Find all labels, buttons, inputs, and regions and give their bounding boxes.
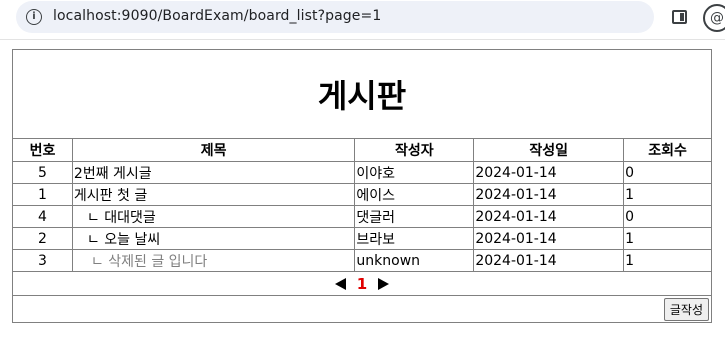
prev-page-icon[interactable] bbox=[335, 277, 347, 290]
post-date: 2024-01-14 bbox=[473, 183, 625, 206]
post-subject-link[interactable]: ㄴ 오늘 날씨 bbox=[71, 227, 356, 250]
post-number: 2 bbox=[12, 227, 73, 250]
header-number: 번호 bbox=[12, 138, 73, 162]
post-date: 2024-01-14 bbox=[473, 249, 625, 272]
profile-icon[interactable]: @ bbox=[703, 4, 725, 32]
pagination: 1 bbox=[12, 271, 712, 296]
header-date: 작성일 bbox=[473, 138, 625, 162]
write-row: 글작성 bbox=[12, 295, 712, 323]
post-writer: unknown bbox=[354, 249, 475, 272]
address-bar[interactable]: i localhost:9090/BoardExam/board_list?pa… bbox=[16, 1, 654, 33]
current-page[interactable]: 1 bbox=[357, 275, 367, 293]
write-post-button[interactable]: 글작성 bbox=[663, 297, 709, 321]
post-views: 1 bbox=[623, 183, 712, 206]
post-views: 0 bbox=[623, 161, 712, 184]
post-subject-link[interactable]: ㄴ 대대댓글 bbox=[71, 205, 356, 228]
post-date: 2024-01-14 bbox=[473, 227, 625, 250]
post-number: 1 bbox=[12, 183, 73, 206]
post-writer: 이야호 bbox=[354, 161, 475, 184]
post-subject-deleted: ㄴ 삭제된 글 입니다 bbox=[71, 249, 356, 272]
header-views: 조회수 bbox=[623, 138, 712, 162]
post-views: 0 bbox=[623, 205, 712, 228]
table-row: 4 ㄴ 대대댓글 댓글러 2024-01-14 0 bbox=[12, 205, 712, 228]
header-subject: 제목 bbox=[71, 138, 356, 162]
table-row: 1 게시판 첫 글 에이스 2024-01-14 1 bbox=[12, 183, 712, 206]
browser-toolbar: i localhost:9090/BoardExam/board_list?pa… bbox=[0, 0, 725, 40]
header-writer: 작성자 bbox=[354, 138, 475, 162]
next-page-icon[interactable] bbox=[377, 277, 389, 290]
post-writer: 에이스 bbox=[354, 183, 475, 206]
post-number: 3 bbox=[12, 249, 73, 272]
board-table: 게시판 번호 제목 작성자 작성일 조회수 5 2번째 게시글 이야호 2024… bbox=[12, 49, 712, 323]
table-row: 3 ㄴ 삭제된 글 입니다 unknown 2024-01-14 1 bbox=[12, 249, 712, 272]
post-views: 1 bbox=[623, 227, 712, 250]
post-date: 2024-01-14 bbox=[473, 205, 625, 228]
post-writer: 브라보 bbox=[354, 227, 475, 250]
post-subject-link[interactable]: 게시판 첫 글 bbox=[71, 183, 356, 206]
table-row: 5 2번째 게시글 이야호 2024-01-14 0 bbox=[12, 161, 712, 184]
post-number: 4 bbox=[12, 205, 73, 228]
post-number: 5 bbox=[12, 161, 73, 184]
page-title: 게시판 bbox=[12, 49, 712, 139]
post-views: 1 bbox=[623, 249, 712, 272]
info-icon[interactable]: i bbox=[26, 9, 42, 25]
post-writer: 댓글러 bbox=[354, 205, 475, 228]
post-subject-link[interactable]: 2번째 게시글 bbox=[71, 161, 356, 184]
header-row: 번호 제목 작성자 작성일 조회수 bbox=[12, 138, 712, 162]
table-row: 2 ㄴ 오늘 날씨 브라보 2024-01-14 1 bbox=[12, 227, 712, 250]
url-text[interactable]: localhost:9090/BoardExam/board_list?page… bbox=[53, 8, 381, 24]
post-date: 2024-01-14 bbox=[473, 161, 625, 184]
side-panel-icon[interactable] bbox=[672, 10, 687, 24]
